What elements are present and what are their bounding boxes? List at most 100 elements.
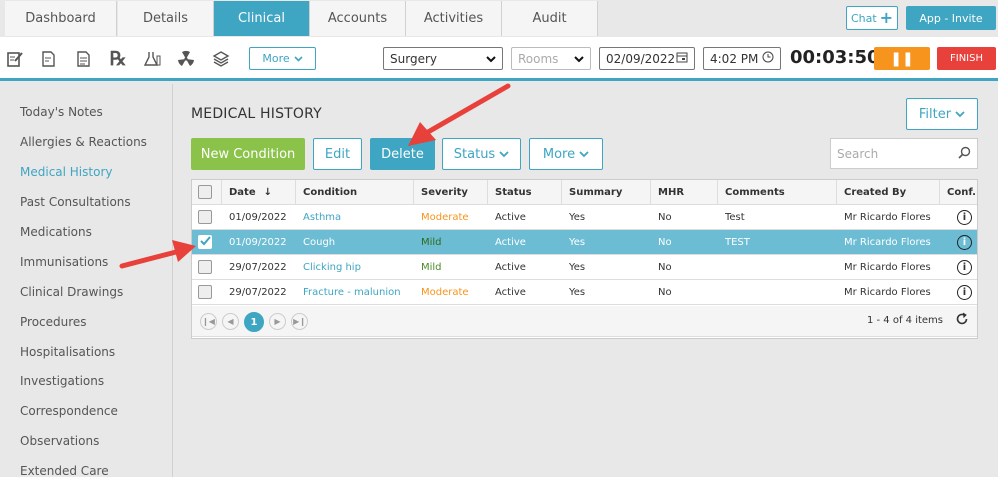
current-page-button[interactable]: 1: [244, 312, 264, 332]
tab-accounts[interactable]: Accounts: [310, 1, 406, 36]
row-checkbox[interactable]: [198, 285, 212, 299]
previous-page-icon[interactable]: ◀: [222, 313, 239, 330]
delete-button[interactable]: Delete: [370, 138, 435, 170]
new-condition-button[interactable]: New Condition: [191, 138, 305, 170]
cell-status: Active: [495, 211, 526, 223]
sidebar-item-procedures[interactable]: Procedures: [20, 315, 87, 329]
row-checkbox[interactable]: [198, 210, 212, 224]
column-mhr[interactable]: MHR: [651, 180, 718, 205]
sidebar-item-immunisations[interactable]: Immunisations: [20, 255, 108, 269]
cell-condition-link[interactable]: Fracture - malunion: [296, 280, 414, 304]
table-row[interactable]: 01/09/2022 Asthma Moderate Active Yes No…: [192, 205, 977, 230]
last-page-icon[interactable]: ▶❙: [291, 313, 308, 330]
edit-label: Edit: [324, 146, 351, 162]
sidebar-item-extended-care[interactable]: Extended Care: [20, 464, 109, 477]
cell-date: 01/09/2022: [229, 211, 287, 223]
select-all-checkbox[interactable]: [198, 185, 212, 199]
toolbar-more-button[interactable]: More: [249, 47, 316, 70]
sidebar-item-allergies[interactable]: Allergies & Reactions: [20, 135, 147, 149]
column-severity[interactable]: Severity: [414, 180, 488, 205]
search-icon[interactable]: [958, 146, 971, 162]
pager-info: 1 - 4 of 4 items: [866, 315, 943, 326]
cell-summary: Yes: [569, 236, 586, 248]
column-condition[interactable]: Condition: [296, 180, 414, 205]
document-list-icon[interactable]: [73, 48, 95, 70]
table-row-selected[interactable]: 01/09/2022 Cough Mild Active Yes No TEST…: [192, 230, 977, 255]
sidebar-item-hospitalisations[interactable]: Hospitalisations: [20, 345, 115, 359]
info-icon[interactable]: i: [957, 259, 972, 275]
row-checkbox-checked[interactable]: [198, 235, 212, 249]
consultation-timer: 00:03:50: [790, 47, 880, 68]
location-value: Surgery: [390, 51, 437, 66]
sidebar-item-medications[interactable]: Medications: [20, 225, 92, 239]
column-created-by[interactable]: Created By: [837, 180, 940, 205]
chat-button[interactable]: Chat +: [846, 6, 898, 30]
more-button[interactable]: More: [529, 138, 603, 170]
grid-pager: ❙◀ ◀ 1 ▶ ▶❙ 1 - 4 of 4 items: [192, 306, 977, 337]
clock-icon[interactable]: [762, 51, 774, 66]
finish-button[interactable]: FINISH: [937, 47, 996, 70]
prescription-icon[interactable]: ℞: [107, 48, 129, 70]
document-edit-icon[interactable]: [38, 48, 60, 70]
chevron-down-icon: [574, 52, 584, 66]
layers-icon[interactable]: [210, 48, 232, 70]
next-page-icon[interactable]: ▶: [269, 313, 286, 330]
pause-button[interactable]: ❚❚: [874, 47, 930, 70]
cell-conf: i: [950, 280, 977, 304]
column-summary[interactable]: Summary: [562, 180, 651, 205]
radiation-icon[interactable]: [175, 48, 197, 70]
column-label: Date: [229, 187, 256, 198]
info-icon[interactable]: i: [957, 284, 972, 300]
lab-flask-icon[interactable]: [141, 48, 163, 70]
tab-activities[interactable]: Activities: [406, 1, 502, 36]
rooms-select[interactable]: Rooms: [511, 47, 591, 70]
column-comments[interactable]: Comments: [718, 180, 837, 205]
sidebar-item-past-consultations[interactable]: Past Consultations: [20, 195, 131, 209]
column-status[interactable]: Status: [488, 180, 562, 205]
clinical-sidebar: Today's Notes Allergies & Reactions Medi…: [5, 84, 173, 477]
notes-icon[interactable]: [4, 48, 26, 70]
row-checkbox[interactable]: [198, 260, 212, 274]
search-input[interactable]: Search: [830, 138, 978, 169]
location-select[interactable]: Surgery: [383, 47, 503, 70]
sidebar-item-todays-notes[interactable]: Today's Notes: [20, 105, 103, 119]
calendar-icon[interactable]: [676, 51, 688, 66]
cell-mhr: No: [658, 211, 672, 223]
tab-label: Clinical: [238, 11, 285, 26]
column-conf[interactable]: Conf.: [940, 180, 977, 205]
info-icon[interactable]: i: [957, 234, 972, 250]
cell-condition-link[interactable]: Cough: [296, 230, 414, 254]
tab-label: Activities: [423, 11, 484, 26]
cell-status: Active: [495, 261, 526, 273]
table-row[interactable]: 29/07/2022 Clicking hip Mild Active Yes …: [192, 255, 977, 280]
clinical-toolbar: ℞ More Surgery Rooms 02/09/2022 4:02 PM …: [0, 37, 998, 81]
tab-details[interactable]: Details: [118, 1, 214, 36]
cell-condition-link[interactable]: Asthma: [296, 205, 414, 229]
refresh-icon[interactable]: [955, 312, 969, 330]
tab-dashboard[interactable]: Dashboard: [5, 1, 117, 36]
sidebar-item-observations[interactable]: Observations: [20, 434, 99, 448]
new-condition-label: New Condition: [200, 146, 296, 162]
tab-clinical[interactable]: Clinical: [214, 1, 310, 36]
column-date[interactable]: Date ↓: [222, 180, 296, 205]
app-invite-button[interactable]: App - Invite: [906, 6, 996, 30]
plus-icon: +: [879, 8, 894, 27]
cell-condition-link[interactable]: Clicking hip: [296, 255, 414, 279]
sidebar-item-clinical-drawings[interactable]: Clinical Drawings: [20, 285, 123, 299]
status-button[interactable]: Status: [442, 138, 521, 170]
time-field[interactable]: 4:02 PM: [703, 47, 781, 70]
tab-audit[interactable]: Audit: [502, 1, 598, 36]
date-field[interactable]: 02/09/2022: [599, 47, 695, 70]
cell-conf: i: [950, 230, 977, 254]
search-placeholder: Search: [837, 146, 879, 161]
sidebar-item-correspondence[interactable]: Correspondence: [20, 404, 118, 418]
cell-status: Active: [495, 236, 526, 248]
filter-button[interactable]: Filter: [906, 98, 978, 130]
sidebar-item-medical-history[interactable]: Medical History: [20, 165, 112, 179]
edit-button[interactable]: Edit: [313, 138, 362, 170]
cell-comments: Test: [725, 211, 745, 223]
table-row[interactable]: 29/07/2022 Fracture - malunion Moderate …: [192, 280, 977, 305]
info-icon[interactable]: i: [957, 209, 972, 225]
first-page-icon[interactable]: ❙◀: [200, 313, 217, 330]
sidebar-item-investigations[interactable]: Investigations: [20, 374, 104, 388]
